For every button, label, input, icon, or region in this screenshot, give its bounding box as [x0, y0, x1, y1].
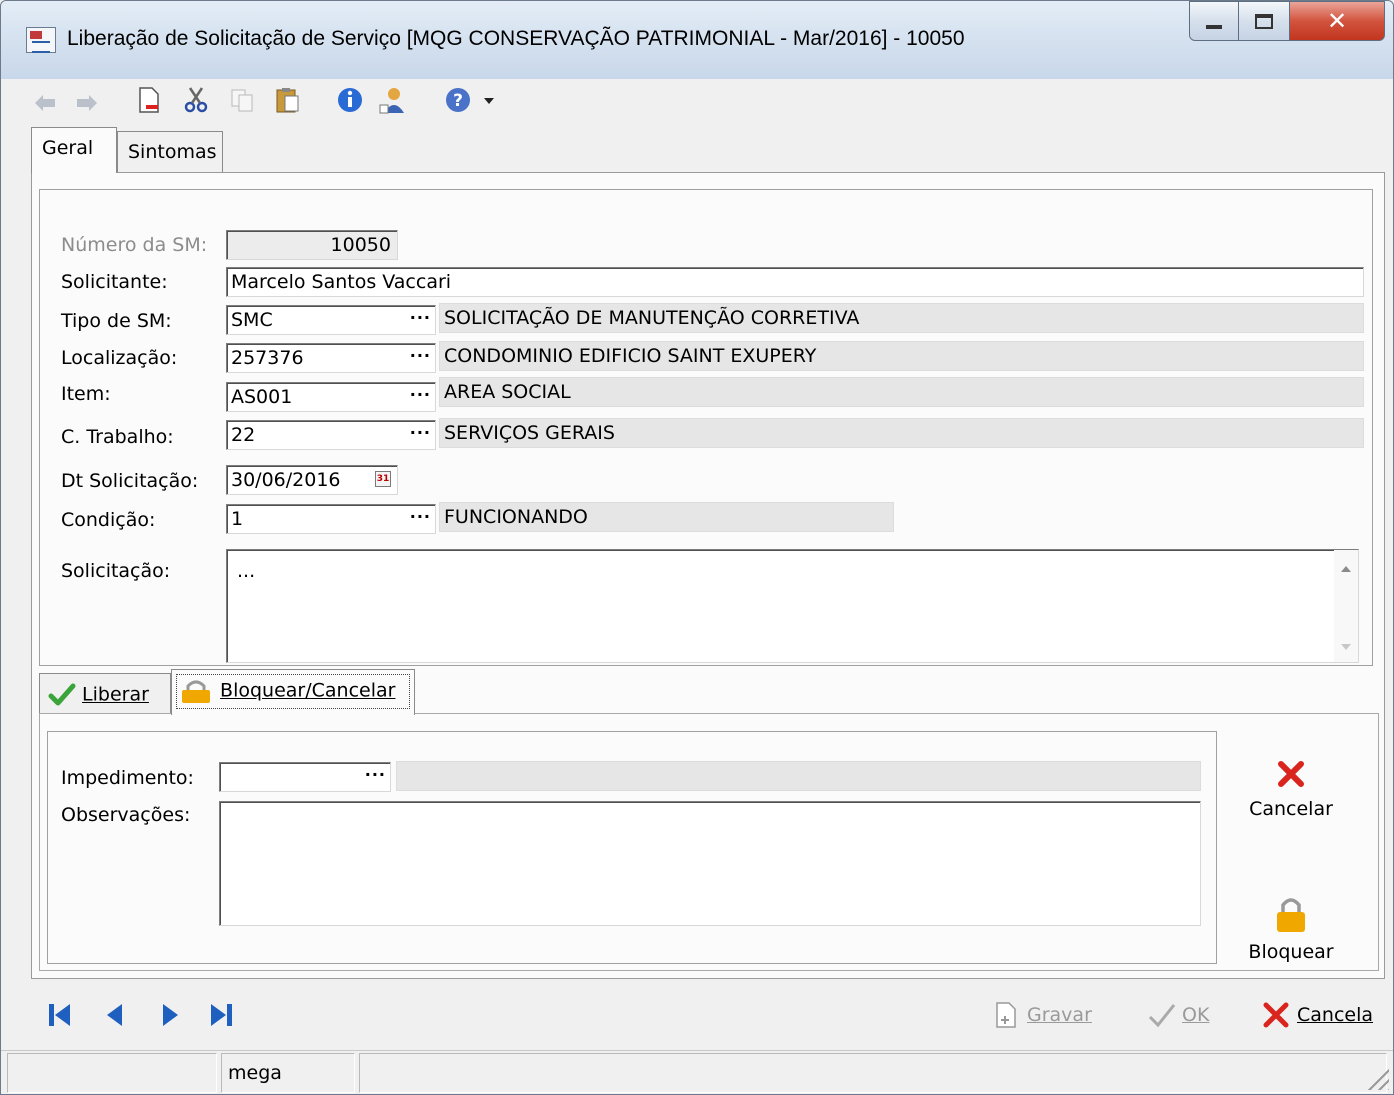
localizacao-field[interactable]: 257376 ··· [226, 343, 436, 373]
status-bar: mega [1, 1050, 1393, 1094]
close-button[interactable]: ✕ [1289, 1, 1385, 41]
previous-record-icon[interactable] [101, 1001, 129, 1029]
tipo-sm-description: SOLICITAÇÃO DE MANUTENÇÃO CORRETIVA [439, 303, 1364, 333]
help-icon[interactable]: ? [443, 85, 473, 115]
cancelar-button[interactable]: Cancelar [1241, 759, 1341, 820]
condicao-code: 1 [231, 508, 244, 530]
tab-geral[interactable]: Geral [31, 127, 117, 173]
item-code: AS001 [231, 386, 293, 408]
c-trabalho-label: C. Trabalho: [61, 426, 174, 448]
window-title: Liberação de Solicitação de Serviço [MQG… [67, 27, 965, 50]
save-icon [996, 1002, 1016, 1028]
solicitacao-scrollbar[interactable] [1334, 550, 1358, 662]
impedimento-description [396, 761, 1201, 791]
item-field[interactable]: AS001 ··· [226, 382, 436, 412]
solicitacao-text: ... [237, 560, 256, 582]
solicitante-field[interactable]: Marcelo Santos Vaccari [226, 267, 1364, 297]
bloquear-button[interactable]: Bloquear [1241, 894, 1341, 963]
cut-icon[interactable] [181, 85, 211, 115]
observacoes-label: Observações: [61, 804, 191, 826]
solicitacao-textarea[interactable]: ... [226, 549, 1359, 663]
c-trabalho-description: SERVIÇOS GERAIS [439, 418, 1364, 448]
copy-icon[interactable] [227, 85, 257, 115]
localizacao-label: Localização: [61, 347, 178, 369]
c-trabalho-code: 22 [231, 424, 256, 446]
calendar-icon[interactable]: 31 [375, 471, 391, 487]
cancela-label: Cancela [1297, 1004, 1374, 1026]
undo-icon[interactable] [31, 85, 61, 115]
condicao-field[interactable]: 1 ··· [226, 504, 436, 534]
c-trabalho-field[interactable]: 22 ··· [226, 420, 436, 450]
tipo-sm-label: Tipo de SM: [61, 310, 172, 332]
bloquear-label: Bloquear [1248, 941, 1334, 963]
cancelar-label: Cancelar [1249, 798, 1333, 820]
minimize-icon [1206, 25, 1222, 29]
close-icon: ✕ [1326, 7, 1348, 35]
cancel-x-icon [1263, 1002, 1289, 1028]
focus-ring [176, 674, 410, 709]
maximize-button[interactable] [1238, 1, 1290, 41]
observacoes-textarea[interactable] [219, 801, 1201, 926]
next-record-icon[interactable] [156, 1001, 184, 1029]
item-description: AREA SOCIAL [439, 377, 1364, 407]
toolbar: ? [23, 79, 1391, 121]
c-trabalho-lookup-button[interactable]: ··· [410, 423, 431, 442]
condicao-description: FUNCIONANDO [439, 502, 894, 532]
lock-icon [1277, 898, 1305, 932]
svg-text:?: ? [453, 91, 463, 111]
tab-liberar[interactable]: Liberar [39, 673, 171, 713]
status-cell-1 [7, 1053, 217, 1093]
impedimento-field[interactable]: ··· [219, 762, 391, 792]
checkmark-icon [1148, 1004, 1176, 1028]
scroll-down-icon[interactable] [1341, 644, 1351, 650]
cancel-x-icon [1278, 761, 1304, 787]
ok-label: OK [1182, 1004, 1210, 1026]
solicitacao-label: Solicitação: [61, 560, 171, 582]
dt-solicitacao-field[interactable]: 30/06/2016 31 [226, 465, 398, 495]
impedimento-label: Impedimento: [61, 767, 194, 789]
new-document-icon[interactable] [133, 85, 163, 115]
maximize-icon [1255, 13, 1273, 29]
localizacao-code: 257376 [231, 347, 304, 369]
dt-solicitacao-value: 30/06/2016 [231, 469, 341, 491]
tab-geral-label: Geral [42, 137, 94, 159]
minimize-button[interactable] [1189, 1, 1239, 41]
tab-bloquear-cancelar[interactable]: Bloquear/Cancelar [171, 669, 415, 715]
solicitante-label: Solicitante: [61, 271, 168, 293]
dt-solicitacao-label: Dt Solicitação: [61, 470, 199, 492]
first-record-icon[interactable] [46, 1001, 74, 1029]
numero-sm-field: 10050 [226, 230, 398, 260]
condicao-lookup-button[interactable]: ··· [410, 507, 431, 526]
impedimento-lookup-button[interactable]: ··· [365, 765, 386, 784]
numero-sm-label: Número da SM: [61, 234, 208, 256]
help-dropdown-chevron-icon[interactable] [481, 85, 497, 115]
app-icon[interactable] [26, 27, 56, 53]
ok-button[interactable]: OK [1146, 999, 1209, 1031]
item-label: Item: [61, 383, 111, 405]
last-record-icon[interactable] [207, 1001, 235, 1029]
tab-sintomas[interactable]: Sintomas [117, 131, 223, 173]
tab-liberar-label: Liberar [82, 683, 149, 706]
redo-icon[interactable] [71, 85, 101, 115]
gravar-button[interactable]: Gravar [991, 999, 1092, 1031]
tipo-sm-lookup-button[interactable]: ··· [410, 308, 431, 327]
tipo-sm-field[interactable]: SMC ··· [226, 305, 436, 335]
tab-sintomas-label: Sintomas [128, 141, 217, 163]
status-cell-3 [359, 1053, 1387, 1093]
condicao-label: Condição: [61, 509, 156, 531]
info-icon[interactable] [335, 85, 365, 115]
check-icon [48, 683, 76, 706]
item-lookup-button[interactable]: ··· [410, 385, 431, 404]
title-bar[interactable]: Liberação de Solicitação de Serviço [MQG… [1, 1, 1393, 79]
status-user: mega [221, 1053, 355, 1093]
cancela-button[interactable]: Cancela [1261, 999, 1373, 1031]
paste-icon[interactable] [273, 85, 303, 115]
tipo-sm-code: SMC [231, 309, 273, 331]
scroll-up-icon[interactable] [1341, 566, 1351, 572]
user-icon[interactable] [377, 85, 407, 115]
window: Liberação de Solicitação de Serviço [MQG… [0, 0, 1394, 1095]
localizacao-lookup-button[interactable]: ··· [410, 346, 431, 365]
localizacao-description: CONDOMINIO EDIFICIO SAINT EXUPERY [439, 341, 1364, 371]
gravar-label: Gravar [1027, 1004, 1092, 1026]
